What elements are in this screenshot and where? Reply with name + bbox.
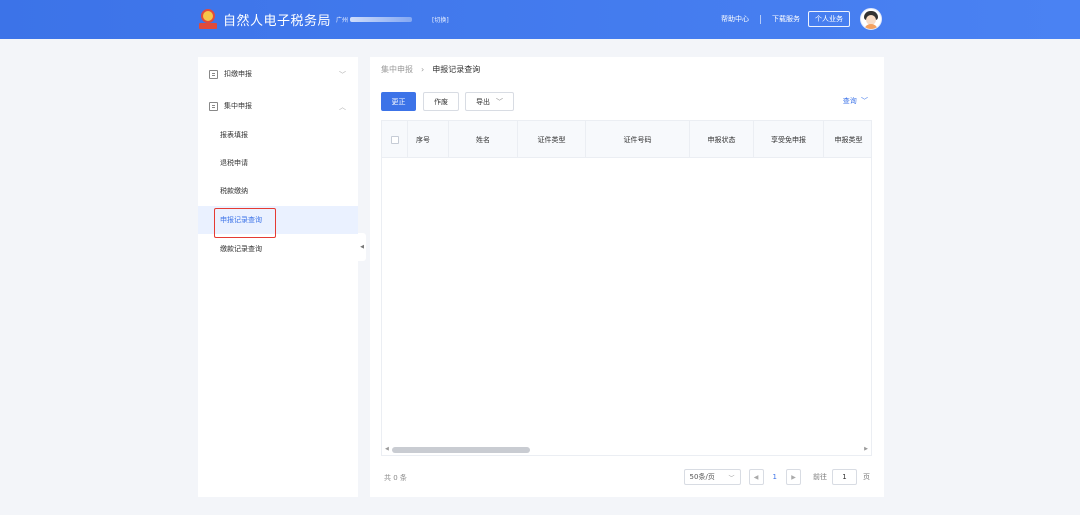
column-header-index: 序号 xyxy=(408,121,449,158)
chevron-down-icon: ﹀ xyxy=(861,97,868,105)
region-label: 广州 xyxy=(336,16,349,24)
table-header: 序号 姓名 证件类型 证件号码 申报状态 享受免申报 申报类型 xyxy=(382,121,871,158)
help-center-link[interactable]: 帮助中心 xyxy=(721,14,749,24)
chevron-up-icon: ︿ xyxy=(339,103,346,111)
site-title: 自然人电子税务局 xyxy=(223,13,332,29)
form-icon xyxy=(209,101,218,111)
sidebar-item-declaration-query[interactable]: 申报记录查询 xyxy=(198,206,358,234)
chevron-down-icon: ﹀ xyxy=(339,71,346,79)
sidebar-group-withholding[interactable]: 扣缴申报 ﹀ xyxy=(198,58,358,90)
scroll-right-icon[interactable]: ▶ xyxy=(864,446,868,452)
export-label: 导出 xyxy=(476,97,490,106)
goto-label: 前往 xyxy=(813,473,827,481)
page-number[interactable]: 1 xyxy=(773,473,777,481)
next-page-button[interactable]: ▶ xyxy=(786,469,801,485)
total-count: 共 0 条 xyxy=(384,474,407,482)
sidebar: 扣缴申报 ﹀ 集中申报 ︿ 报表填报 退税申请 税款缴纳 申报记录查询 缴款记录… xyxy=(198,57,358,497)
header-divider xyxy=(760,14,761,24)
export-dropdown-button[interactable]: 导出 ﹀ xyxy=(465,92,514,111)
download-service-link[interactable]: 下载服务 xyxy=(772,14,800,24)
goto-page-input[interactable] xyxy=(832,469,857,485)
page-unit-label: 页 xyxy=(863,473,870,481)
column-header-declaration-type: 申报类型 xyxy=(834,135,863,144)
records-table: 序号 姓名 证件类型 证件号码 申报状态 享受免申报 申报类型 ◀ ▶ xyxy=(381,120,872,456)
form-icon xyxy=(209,69,218,79)
horizontal-scrollbar[interactable]: ◀ ▶ xyxy=(382,445,871,455)
switch-region-link[interactable]: [切换] xyxy=(432,15,449,24)
sidebar-item-refund-apply[interactable]: 退税申请 xyxy=(198,149,358,177)
tax-emblem-icon xyxy=(199,8,217,30)
chevron-down-icon: ﹀ xyxy=(728,475,735,482)
column-header-name: 姓名 xyxy=(449,121,518,158)
header-actions: 帮助中心 下载服务 个人业务 xyxy=(721,8,882,30)
column-header-status: 申报状态 xyxy=(690,121,754,158)
select-all-cell xyxy=(382,121,408,158)
query-toggle[interactable]: 查询 ﹀ xyxy=(843,96,868,106)
column-header-exempt: 享受免申报 xyxy=(754,121,824,158)
region-redaction xyxy=(350,16,413,22)
select-all-checkbox[interactable] xyxy=(390,135,399,144)
correct-button[interactable]: 更正 xyxy=(381,92,416,111)
page-size-value: 50条/页 xyxy=(689,473,715,481)
top-header: 自然人电子税务局 广州 [切换] 帮助中心 下载服务 个人业务 xyxy=(0,0,1080,39)
pagination: 50条/页 ﹀ ◀ 1 ▶ 前往 页 xyxy=(683,469,870,485)
column-header-id-number: 证件号码 xyxy=(586,121,690,158)
user-avatar[interactable] xyxy=(860,8,882,30)
scroll-left-icon[interactable]: ◀ xyxy=(385,446,389,452)
personal-business-button[interactable]: 个人业务 xyxy=(808,11,850,27)
column-header-id-type: 证件类型 xyxy=(518,121,586,158)
sidebar-collapse-handle[interactable]: ◀ xyxy=(358,233,366,261)
breadcrumb: 集中申报 › 申报记录查询 xyxy=(381,64,480,75)
sidebar-item-tax-payment[interactable]: 税款缴纳 xyxy=(198,177,358,205)
sidebar-item-report-fill[interactable]: 报表填报 xyxy=(198,121,358,149)
sidebar-group-centralized[interactable]: 集中申报 ︿ xyxy=(198,90,358,122)
page-size-select[interactable]: 50条/页 ﹀ xyxy=(683,469,741,485)
query-label: 查询 xyxy=(842,97,857,105)
main-panel: 集中申报 › 申报记录查询 更正 作废 导出 ﹀ 查询 ﹀ 序号 姓名 证件类型… xyxy=(370,57,884,497)
sidebar-group-label: 集中申报 xyxy=(224,102,252,110)
void-button[interactable]: 作废 xyxy=(423,92,459,111)
brand[interactable]: 自然人电子税务局 广州 [切换] xyxy=(199,6,449,32)
scrollbar-thumb[interactable] xyxy=(392,447,530,453)
chevron-down-icon: ﹀ xyxy=(496,97,503,106)
prev-page-button[interactable]: ◀ xyxy=(748,469,764,485)
breadcrumb-current: 申报记录查询 xyxy=(432,65,481,74)
sidebar-item-payment-query[interactable]: 缴款记录查询 xyxy=(198,235,358,263)
sidebar-group-label: 扣缴申报 xyxy=(224,70,252,78)
breadcrumb-separator-icon: › xyxy=(421,65,425,74)
breadcrumb-parent[interactable]: 集中申报 xyxy=(381,64,413,75)
